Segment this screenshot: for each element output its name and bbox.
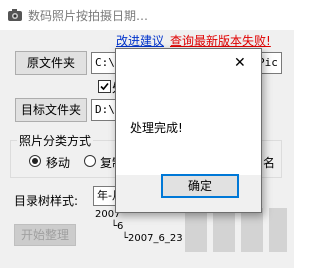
checkmark-icon <box>100 82 109 91</box>
close-glyph: ✕ <box>234 55 246 71</box>
close-icon[interactable]: ✕ <box>234 55 252 73</box>
title-bar: 数码照片按拍摄日期… <box>0 0 294 30</box>
window-title: 数码照片按拍摄日期… <box>28 9 149 23</box>
tree-preview-month: └6 <box>111 221 124 232</box>
process-checkbox[interactable] <box>98 80 111 93</box>
classify-group-label: 照片分类方式 <box>17 132 94 149</box>
dialog-message: 处理完成! <box>130 121 183 135</box>
target-folder-button[interactable]: 目标文件夹 <box>15 98 87 122</box>
tree-style-label: 目录树样式: <box>14 194 79 208</box>
tree-preview-day: └2007_6_23 <box>122 233 183 244</box>
copy-radio[interactable] <box>84 155 96 167</box>
ok-button[interactable]: 确定 <box>161 174 239 198</box>
move-radio[interactable] <box>29 155 41 167</box>
update-status-link[interactable]: 查询最新版本失败! <box>170 32 271 49</box>
start-button[interactable]: 开始整理 <box>14 224 76 246</box>
suggest-link[interactable]: 改进建议 <box>116 32 164 49</box>
app-camera-icon <box>7 7 23 23</box>
source-folder-button[interactable]: 原文件夹 <box>15 51 87 75</box>
rename-label-tail: 名 <box>263 156 276 170</box>
move-radio-label: 移动 <box>46 156 71 170</box>
